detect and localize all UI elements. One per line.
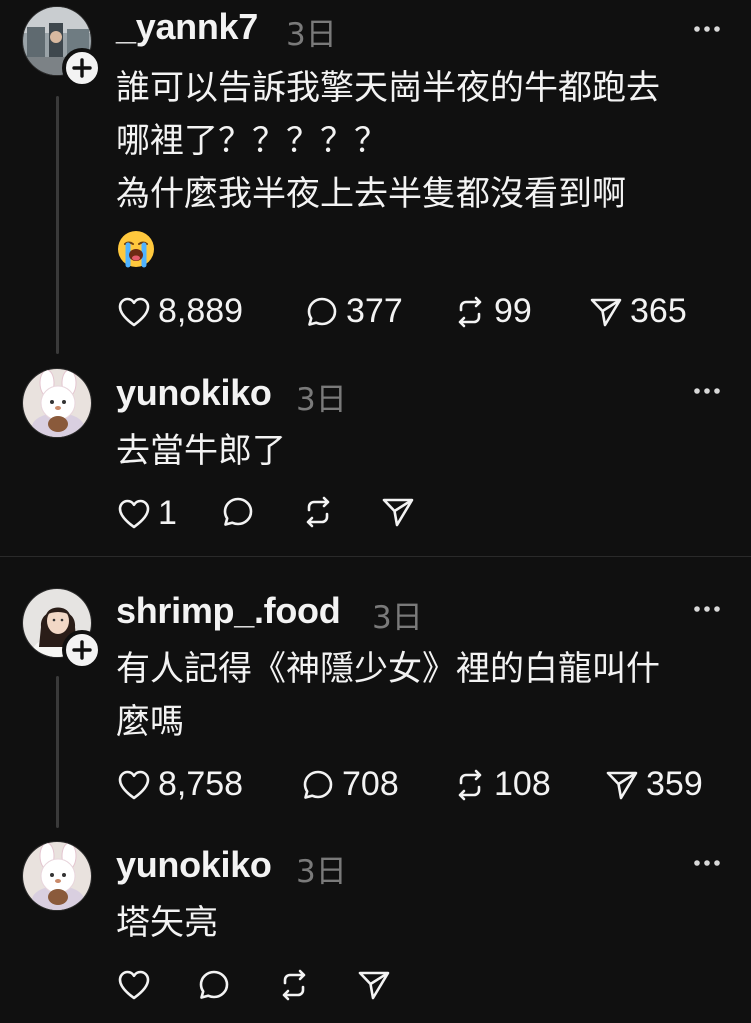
comment-count: 708 [342, 765, 399, 803]
post-text-line: 為什麼我半夜上去半隻都沒看到啊 [116, 174, 626, 214]
reply-time: 3日 [296, 854, 347, 890]
repost-count: 108 [494, 765, 551, 803]
send-icon [604, 767, 640, 803]
follow-button[interactable] [62, 630, 102, 670]
post-text-line: 有人記得《神隱少女》裡的白龍叫什 [116, 649, 660, 689]
post-time: 3日 [286, 17, 337, 53]
repost-button[interactable]: 108 [452, 765, 551, 804]
username[interactable]: _yannk7 [116, 6, 258, 48]
thread-divider [0, 556, 751, 557]
comment-bubble-icon [300, 767, 336, 803]
heart-icon [116, 496, 152, 532]
send-icon [588, 294, 624, 330]
like-button[interactable] [116, 967, 152, 1003]
post-text-line: 哪裡了？？？？？ [116, 121, 388, 161]
follow-button[interactable] [62, 48, 102, 88]
heart-icon [116, 967, 152, 1003]
thread-line [56, 676, 59, 828]
post-text-line: 麼嗎 [116, 702, 184, 742]
repost-button[interactable] [300, 494, 336, 530]
repost-icon [452, 767, 488, 803]
heart-icon [116, 294, 152, 330]
reply-time: 3日 [296, 382, 347, 418]
comment-button[interactable]: 708 [300, 765, 399, 804]
repost-count: 99 [494, 292, 532, 330]
post-emoji-line [116, 221, 660, 274]
plus-icon [66, 52, 98, 84]
send-icon [380, 494, 416, 530]
like-count: 8,889 [158, 292, 244, 330]
repost-icon [300, 494, 336, 530]
username[interactable]: shrimp_.food [116, 590, 341, 632]
repost-icon [452, 294, 488, 330]
like-button[interactable]: 1 [116, 494, 177, 533]
post-time: 3日 [372, 600, 423, 636]
comment-bubble-icon [220, 494, 256, 530]
reply-text: 去當牛郎了 [116, 431, 286, 471]
more-options-icon[interactable] [692, 604, 722, 614]
reply-text: 塔矢亮 [116, 903, 218, 943]
username[interactable]: yunokiko [116, 844, 272, 886]
share-button[interactable] [380, 494, 416, 530]
repost-button[interactable]: 99 [452, 292, 532, 331]
comment-button[interactable] [196, 967, 232, 1003]
post-text: 有人記得《神隱少女》裡的白龍叫什 麼嗎 [116, 643, 660, 749]
username[interactable]: yunokiko [116, 372, 272, 414]
avatar[interactable] [22, 841, 92, 911]
share-count: 359 [646, 765, 703, 803]
post-text-line: 誰可以告訴我擎天崗半夜的牛都跑去 [116, 68, 660, 108]
comment-count: 377 [346, 292, 403, 330]
share-button[interactable]: 365 [588, 292, 687, 331]
thread-line [56, 96, 59, 354]
more-options-icon[interactable] [692, 386, 722, 396]
like-button[interactable]: 8,889 [116, 292, 243, 331]
share-button[interactable]: 359 [604, 765, 703, 804]
repost-icon [276, 967, 312, 1003]
comment-bubble-icon [304, 294, 340, 330]
comment-button[interactable]: 377 [304, 292, 403, 331]
comment-bubble-icon [196, 967, 232, 1003]
heart-icon [116, 767, 152, 803]
more-options-icon[interactable] [692, 858, 722, 868]
plus-icon [66, 634, 98, 666]
repost-button[interactable] [276, 967, 312, 1003]
loudly-crying-face-icon [116, 229, 156, 269]
share-count: 365 [630, 292, 687, 330]
more-options-icon[interactable] [692, 24, 722, 34]
share-button[interactable] [356, 967, 392, 1003]
like-count: 8,758 [158, 765, 244, 803]
send-icon [356, 967, 392, 1003]
avatar[interactable] [22, 368, 92, 438]
like-count: 1 [158, 494, 177, 532]
like-button[interactable]: 8,758 [116, 765, 243, 804]
comment-button[interactable] [220, 494, 256, 530]
post-text: 誰可以告訴我擎天崗半夜的牛都跑去 哪裡了？？？？？ 為什麼我半夜上去半隻都沒看到… [116, 62, 660, 274]
